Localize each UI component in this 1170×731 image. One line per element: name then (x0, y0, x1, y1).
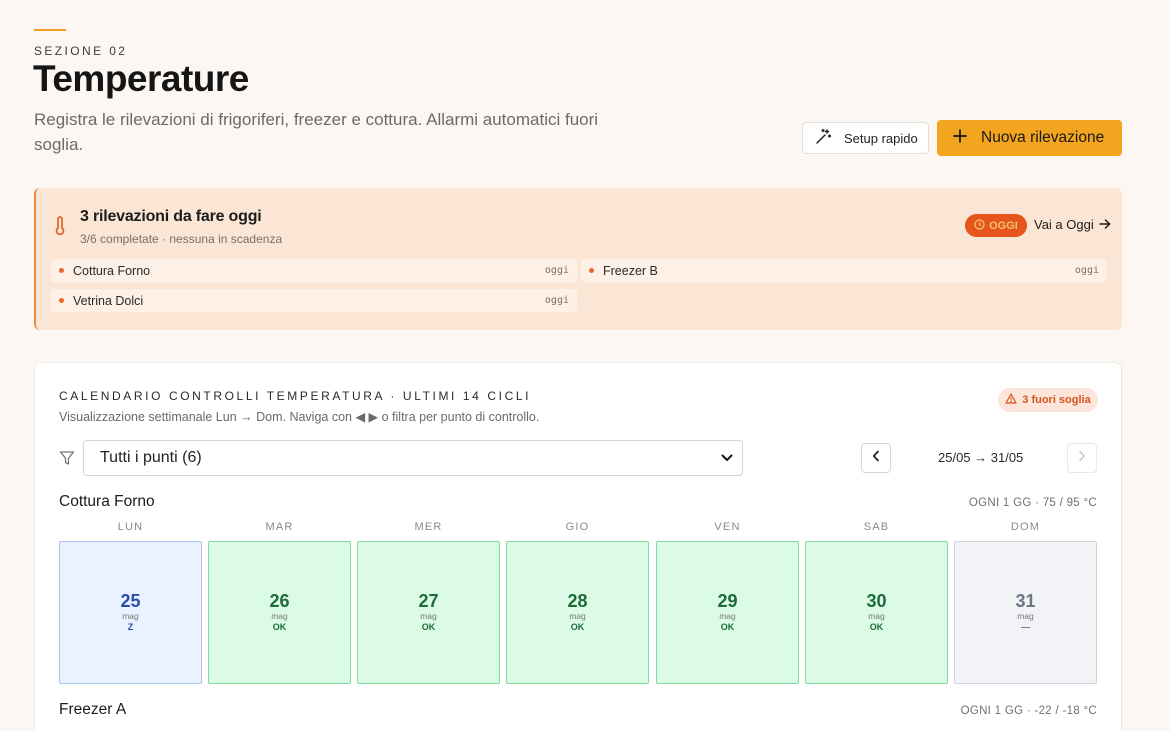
weekday-label: GIO (565, 521, 590, 533)
day-number: 28 (567, 591, 588, 611)
thermometer-icon (55, 216, 65, 241)
control-point-name: Cottura Forno (59, 493, 155, 510)
day-status: OK (869, 622, 884, 632)
warning-icon (1005, 393, 1017, 407)
day-cell[interactable]: 27 mag OK (357, 541, 500, 684)
alert-subtitle: 3/6 completate · nessuna in scadenza (80, 232, 283, 246)
day-status: — (1021, 622, 1030, 632)
control-point-meta: OGNI 1 GG · -22 / -18 °C (960, 705, 1097, 717)
calendar-title: CALENDARIO CONTROLLI TEMPERATURA · ULTIM… (59, 389, 532, 403)
page-subtitle: Registra le rilevazioni di frigoriferi, … (34, 110, 599, 154)
weekday-label: LUN (117, 521, 144, 533)
day-cell[interactable]: 29 mag OK (656, 541, 799, 684)
alert-title: 3 rilevazioni da fare oggi (80, 208, 262, 225)
day-cell[interactable]: 25 mag Z (59, 541, 202, 684)
day-number: 30 (866, 591, 887, 611)
day-number: 26 (269, 591, 290, 611)
pending-item[interactable]: Vetrina Dolci oggi (51, 289, 577, 312)
status-dot (59, 268, 64, 273)
day-cell[interactable]: 28 mag OK (506, 541, 649, 684)
go-to-today-link[interactable]: Vai a Oggi (1034, 217, 1111, 232)
day-number: 31 (1015, 591, 1036, 611)
day-status: Z (127, 622, 134, 632)
day-month: mag (868, 611, 885, 621)
previous-week-button[interactable] (861, 443, 891, 473)
weekday-label: DOM (1010, 521, 1041, 533)
magic-wand-icon (815, 128, 832, 148)
weekday-label: MAR (265, 521, 294, 533)
control-point-select-value: Tutti i punti (6) (100, 449, 202, 466)
pending-item[interactable]: Cottura Forno oggi (51, 259, 577, 282)
setup-rapido-button[interactable]: Setup rapido (802, 122, 929, 154)
plus-icon (953, 128, 967, 148)
new-reading-button[interactable]: Nuova rilevazione (937, 120, 1122, 156)
day-status: OK (720, 622, 735, 632)
calendar-subtitle: Visualizzazione settimanale Lun → Dom. N… (59, 410, 540, 424)
day-number: 29 (717, 591, 738, 611)
day-status: OK (570, 622, 585, 632)
day-status: OK (421, 622, 436, 632)
temperature-calendar: CALENDARIO CONTROLLI TEMPERATURA · ULTIM… (34, 362, 1122, 731)
setup-rapido-label: Setup rapido (844, 130, 918, 146)
weekday-label: VEN (714, 521, 741, 533)
day-cell[interactable]: 31 mag — (954, 541, 1097, 684)
accent-bar (34, 29, 66, 31)
week-range: 25/05 → 31/05 (938, 450, 1024, 465)
day-month: mag (569, 611, 586, 621)
out-of-range-label: 3 fuori soglia (1022, 394, 1091, 406)
pending-item-due: oggi (1074, 265, 1099, 276)
day-cell[interactable]: 26 mag OK (208, 541, 351, 684)
pending-item-label: Vetrina Dolci (73, 293, 144, 308)
chevron-down-icon (721, 449, 733, 467)
day-month: mag (271, 611, 288, 621)
chevron-left-icon (872, 449, 880, 467)
chevron-right-icon (1078, 449, 1086, 467)
day-month: mag (122, 611, 139, 621)
page-title: Temperature (33, 58, 249, 99)
status-dot (589, 268, 594, 273)
day-month: mag (719, 611, 736, 621)
pending-readings-alert: 3 rilevazioni da fare oggi 3/6 completat… (34, 188, 1122, 330)
pending-item-due: oggi (544, 295, 569, 306)
section-eyebrow: SEZIONE 02 (34, 44, 128, 58)
control-point-select[interactable]: Tutti i punti (6) (83, 440, 743, 476)
clock-icon (974, 218, 985, 233)
weekday-label: SAB (863, 521, 890, 533)
go-to-today-label: Vai a Oggi (1034, 217, 1094, 232)
day-number: 27 (418, 591, 439, 611)
today-badge: OGGI (965, 214, 1027, 237)
status-dot (59, 298, 64, 303)
new-reading-label: Nuova rilevazione (981, 129, 1105, 146)
pending-item-due: oggi (544, 265, 569, 276)
filter-icon (59, 450, 75, 471)
day-status: OK (272, 622, 287, 632)
pending-item-label: Freezer B (603, 263, 658, 278)
control-point-meta: OGNI 1 GG · 75 / 95 °C (968, 497, 1097, 509)
out-of-range-badge: 3 fuori soglia (998, 388, 1098, 412)
today-badge-label: OGGI (989, 219, 1018, 232)
pending-item-label: Cottura Forno (73, 263, 151, 278)
arrow-right-icon (1099, 217, 1111, 232)
day-cell[interactable]: 30 mag OK (805, 541, 948, 684)
weekday-label: MER (414, 521, 443, 533)
control-point-name: Freezer A (59, 701, 127, 718)
day-month: mag (420, 611, 437, 621)
day-month: mag (1017, 611, 1034, 621)
pending-item[interactable]: Freezer B oggi (581, 259, 1107, 282)
next-week-button[interactable] (1067, 443, 1097, 473)
day-number: 25 (120, 591, 141, 611)
